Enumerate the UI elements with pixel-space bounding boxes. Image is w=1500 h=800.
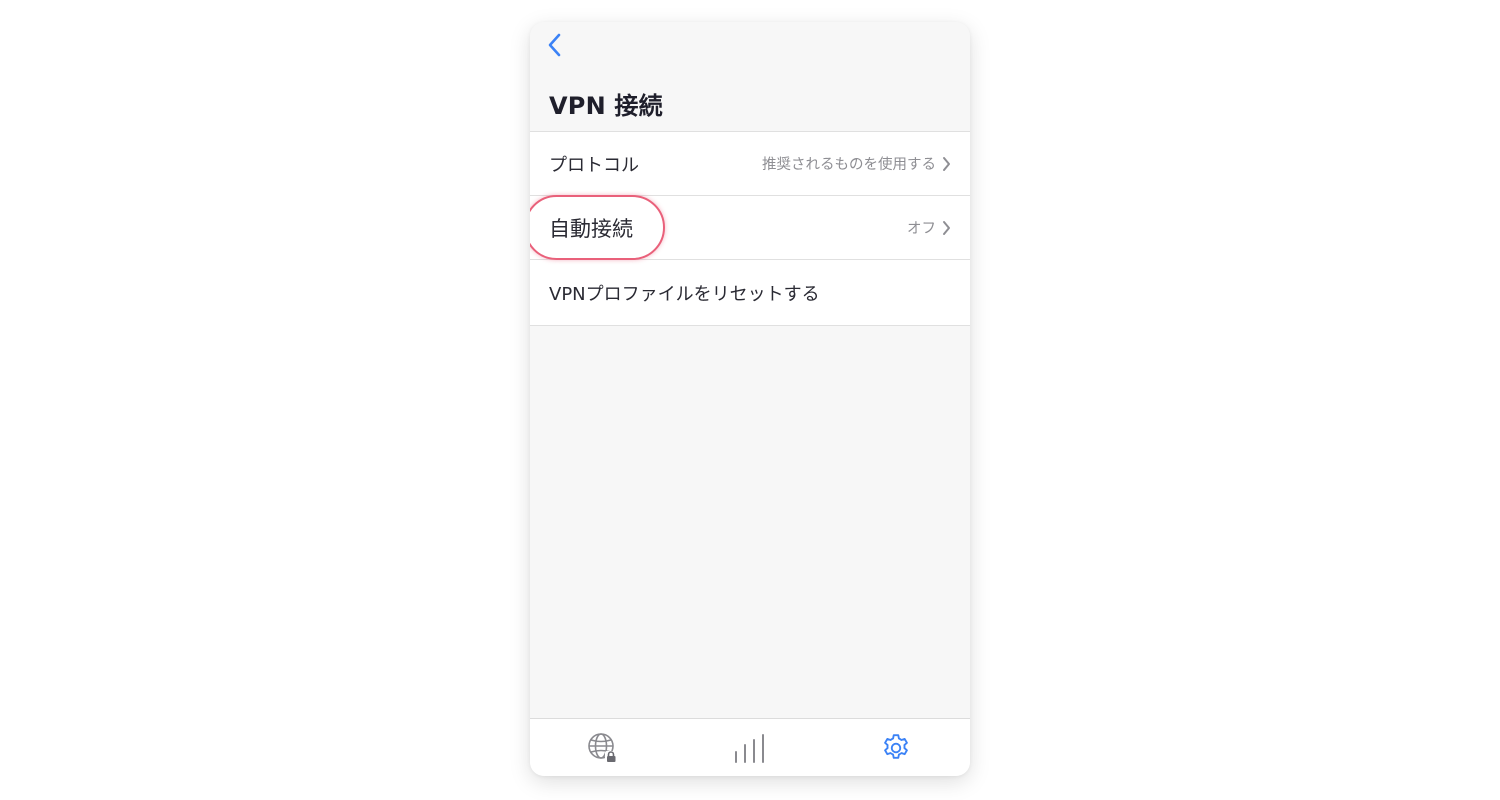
reset-vpn-profile-label: VPNプロファイルをリセットする [549,283,820,305]
gear-icon [884,734,908,759]
protocol-label: プロトコル [549,154,639,176]
auto-connect-row[interactable]: 自動接続 オフ [530,195,970,260]
tab-statistics[interactable] [733,731,767,765]
chevron-left-icon [548,33,561,57]
chevron-right-icon [942,220,951,236]
auto-connect-value: オフ [907,221,936,237]
chevron-right-icon [942,156,951,172]
reset-vpn-profile-row[interactable]: VPNプロファイルをリセットする [530,260,970,325]
tab-locations[interactable] [586,731,620,765]
protocol-row[interactable]: プロトコル 推奨されるものを使用する [530,132,970,196]
auto-connect-value-group: オフ [907,217,951,238]
globe-lock-icon [588,733,617,763]
protocol-value: 推奨されるものを使用する [762,157,936,173]
tab-settings[interactable] [879,731,913,765]
auto-connect-label: 自動接続 [549,216,633,241]
page-title: VPN 接続 [549,92,663,120]
protocol-value-group: 推奨されるものを使用する [762,153,951,174]
settings-list: プロトコル 推奨されるものを使用する 自動接続 オフ VPNプロファイルをリセッ… [530,131,970,326]
stats-bars-icon [735,734,764,763]
vpn-settings-screen: VPN 接続 プロトコル 推奨されるものを使用する 自動接続 オフ VPNプロフ… [530,22,970,776]
tab-bar [530,718,970,776]
back-button[interactable] [540,30,570,60]
